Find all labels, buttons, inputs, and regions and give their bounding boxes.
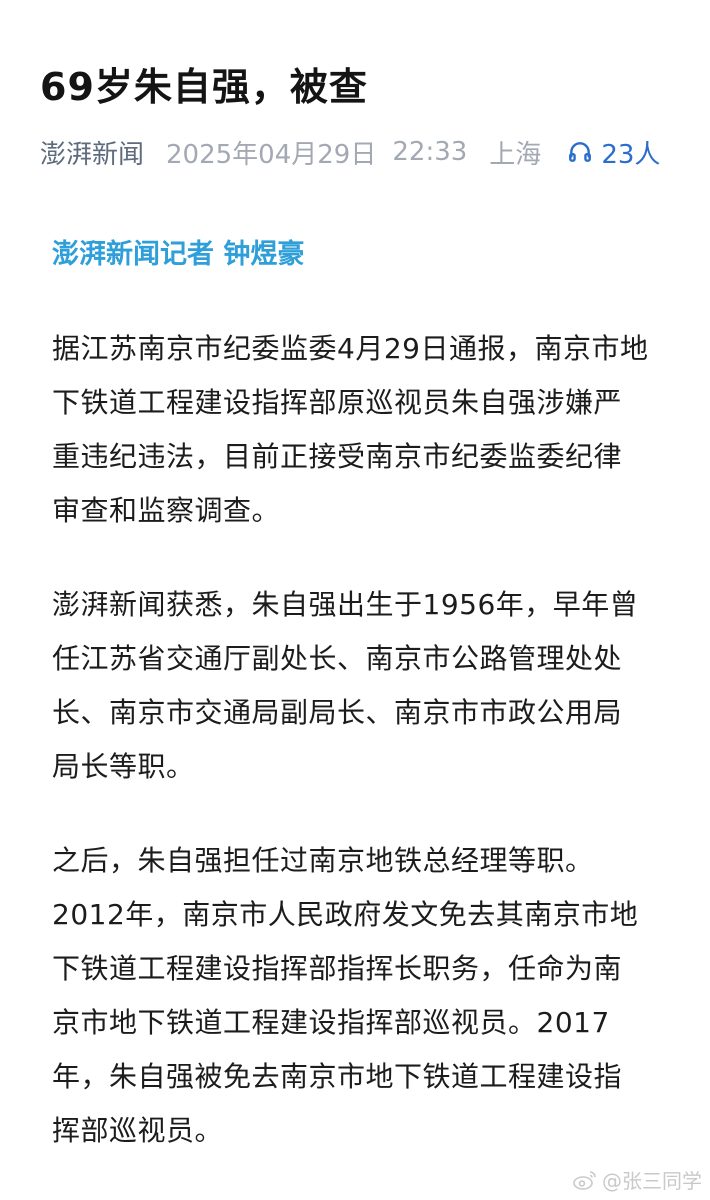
paragraph-2: 澎湃新闻获悉，朱自强出生于1956年，早年曾 任江苏省交通厅副处长、南京市公路管… — [52, 578, 674, 794]
weibo-logo-icon — [573, 1170, 596, 1190]
headphones-icon — [569, 142, 592, 162]
publish-location: 上海 — [489, 139, 542, 170]
article-meta: 澎湃新闻 2025年04月29日 22:33 上海 23人 — [40, 134, 660, 171]
reporter-byline: 澎湃新闻记者 钟煜豪 — [52, 239, 305, 270]
paragraph-1: 据江苏南京市纪委监委4月29日通报，南京市地 下铁道工程建设指挥部原巡视员朱自强… — [52, 322, 674, 538]
watermark: @张三同学 — [572, 1165, 702, 1194]
listen-button[interactable]: 23人 — [567, 134, 660, 171]
paragraph-line: 重违纪违法，目前正接受南京市纪委监委纪律 — [52, 440, 623, 473]
paragraph-line: 局长等职。 — [52, 750, 195, 783]
listener-count: 23人 — [601, 139, 661, 170]
paragraph-line: 年，朱自强被免去南京市地下铁道工程建设指 — [52, 1060, 623, 1093]
publish-date: 2025年04月29日 — [166, 139, 377, 170]
publish-time: 22:33 — [392, 137, 468, 167]
source-link[interactable]: 澎湃新闻 — [40, 134, 144, 171]
article-title: 69岁朱自强，被查 — [40, 65, 368, 109]
paragraph-line: 下铁道工程建设指挥部指挥长职务，任命为南 — [52, 952, 623, 985]
paragraph-line: 京市地下铁道工程建设指挥部巡视员。2017 — [52, 1006, 610, 1039]
paragraph-line: 之后，朱自强担任过南京地铁总经理等职。 — [52, 844, 594, 877]
paragraph-line: 2012年，南京市人民政府发文免去其南京市地 — [52, 898, 639, 931]
watermark-text: @张三同学 — [602, 1169, 702, 1193]
paragraph-line: 据江苏南京市纪委监委4月29日通报，南京市地 — [52, 332, 649, 365]
paragraph-line: 澎湃新闻获悉，朱自强出生于1956年，早年曾 — [52, 588, 639, 621]
paragraph-line: 下铁道工程建设指挥部原巡视员朱自强涉嫌严 — [52, 386, 623, 419]
paragraph-line: 任江苏省交通厅副处长、南京市公路管理处处 — [52, 642, 623, 675]
paragraph-line: 审查和监察调查。 — [52, 494, 281, 527]
paragraph-line: 长、南京市交通局副局长、南京市市政公用局 — [52, 696, 623, 729]
paragraph-3: 之后，朱自强担任过南京地铁总经理等职。 2012年，南京市人民政府发文免去其南京… — [52, 834, 674, 1158]
paragraph-line: 挥部巡视员。 — [52, 1114, 224, 1147]
